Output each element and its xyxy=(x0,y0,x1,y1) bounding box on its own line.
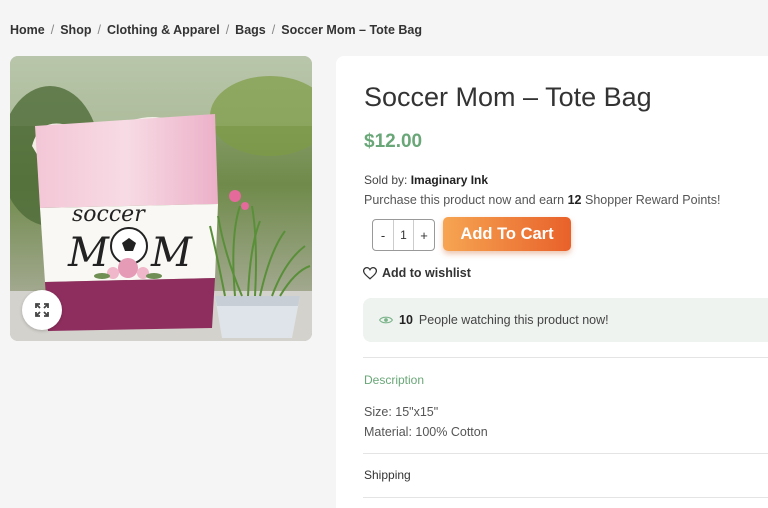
eye-icon xyxy=(379,316,393,324)
reward-points-text: Purchase this product now and earn 12 Sh… xyxy=(364,193,721,207)
reward-suffix: Shopper Reward Points! xyxy=(585,193,721,207)
product-summary-panel xyxy=(336,56,768,508)
breadcrumb-separator: / xyxy=(50,23,55,37)
reward-points: 12 xyxy=(567,193,582,207)
quantity-input[interactable]: 1 xyxy=(393,220,414,250)
product-price: $12.00 xyxy=(364,131,423,152)
description-material: Material: 100% Cotton xyxy=(364,425,488,439)
product-image[interactable]: soccer M M xyxy=(10,56,312,341)
breadcrumb-bags[interactable]: Bags xyxy=(235,23,266,37)
reward-prefix: Purchase this product now and earn xyxy=(364,193,565,207)
add-to-wishlist-button[interactable]: Add to wishlist xyxy=(363,266,471,280)
sold-by: Sold by: Imaginary Ink xyxy=(364,173,488,187)
heart-icon xyxy=(363,266,377,280)
breadcrumb-current: Soccer Mom – Tote Bag xyxy=(281,23,423,37)
description-size: Size: 15"x15" xyxy=(364,405,439,419)
watching-notice: 10 People watching this product now! xyxy=(363,298,768,342)
bag-text-m1: M xyxy=(67,230,110,276)
breadcrumb-separator: / xyxy=(97,23,101,37)
product-title: Soccer Mom – Tote Bag xyxy=(364,82,652,112)
quantity-plus-button[interactable]: + xyxy=(414,228,434,243)
wishlist-label: Add to wishlist xyxy=(382,266,471,280)
quantity-stepper: - 1 + xyxy=(372,219,435,251)
zoom-button[interactable] xyxy=(22,290,62,330)
sold-by-label: Sold by: xyxy=(364,173,408,187)
watching-count: 10 xyxy=(399,313,413,327)
breadcrumb-home[interactable]: Home xyxy=(10,23,45,37)
bag-text-m2: M xyxy=(150,230,193,276)
breadcrumb-shop[interactable]: Shop xyxy=(60,23,91,37)
breadcrumb: Home / Shop / Clothing & Apparel / Bags / Soccer… xyxy=(10,23,422,37)
add-to-cart-button[interactable]: Add To Cart xyxy=(443,217,571,251)
bag-text-soccer: soccer xyxy=(72,202,146,227)
expand-icon xyxy=(35,303,49,317)
breadcrumb-separator: / xyxy=(225,23,230,37)
divider xyxy=(363,497,768,498)
divider xyxy=(363,453,768,454)
watching-text: People watching this product now! xyxy=(418,313,609,327)
tab-shipping[interactable]: Shipping xyxy=(364,468,411,482)
seller-name[interactable]: Imaginary Ink xyxy=(411,173,488,187)
quantity-minus-button[interactable]: - xyxy=(373,228,393,243)
divider xyxy=(363,357,768,358)
breadcrumb-separator: / xyxy=(271,23,276,37)
breadcrumb-clothing[interactable]: Clothing & Apparel xyxy=(107,23,220,37)
tab-description[interactable]: Description xyxy=(364,373,424,387)
